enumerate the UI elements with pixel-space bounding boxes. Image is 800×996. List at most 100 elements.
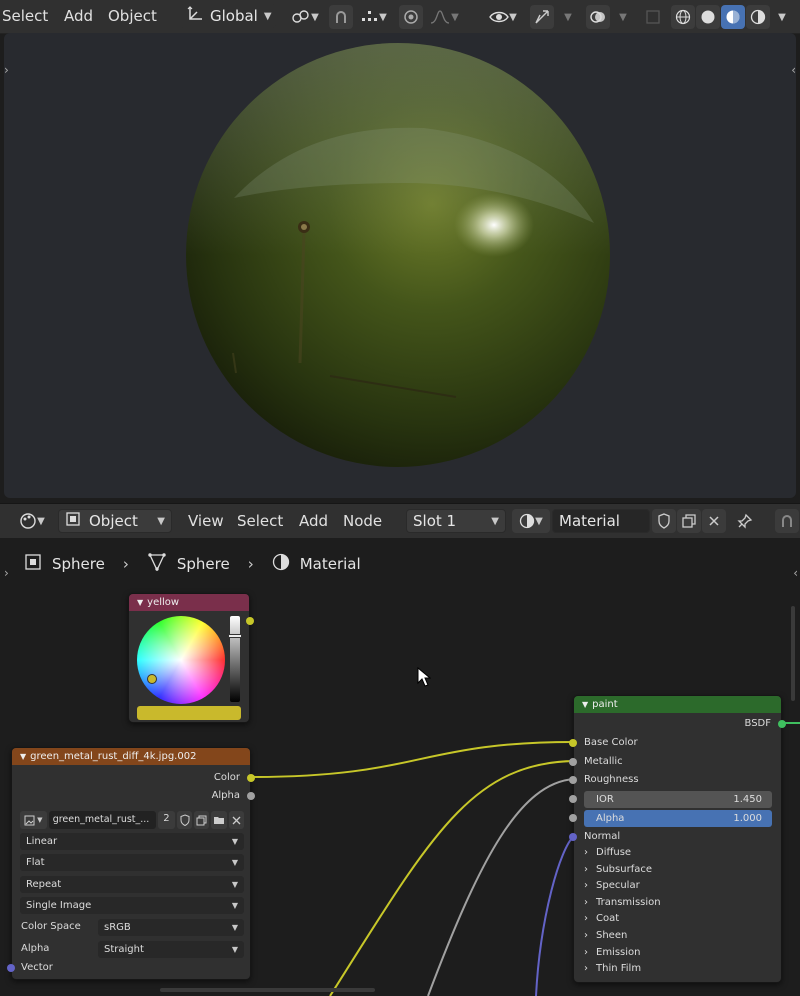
chevron-down-icon: ▼ (491, 515, 499, 527)
sidebar-expand-arrow[interactable]: ‹ (793, 566, 798, 580)
overlays-icon[interactable] (586, 5, 610, 29)
editor-type-icon[interactable]: ▼ (14, 509, 50, 533)
vector-input-socket[interactable] (7, 964, 15, 972)
interpolation-dropdown[interactable]: Linear ▼ (20, 833, 244, 850)
3d-viewport[interactable]: › ‹ (4, 33, 796, 498)
pivot-point-icon[interactable]: ▼ (288, 5, 322, 29)
panel-sheen[interactable]: › Sheen (584, 930, 627, 941)
menu-add[interactable]: Add (299, 512, 328, 530)
toolbar-expand-arrow[interactable]: › (4, 566, 9, 580)
shading-rendered-icon[interactable] (746, 5, 770, 29)
panel-diffuse[interactable]: › Diffuse (584, 847, 631, 858)
falloff-icon[interactable]: ▼ (425, 5, 463, 29)
snap-target-icon[interactable]: ▼ (356, 5, 392, 29)
image-name-field[interactable]: green_metal_rust_... (48, 811, 156, 829)
material-name-field[interactable]: Material (552, 509, 650, 533)
breadcrumb-mesh[interactable]: Sphere (177, 555, 230, 573)
sphere-render (186, 43, 610, 467)
vertical-scrollbar[interactable] (791, 606, 795, 701)
projection-dropdown[interactable]: Flat ▼ (20, 854, 244, 871)
alpha-mode-dropdown[interactable]: Straight ▼ (98, 941, 244, 958)
bsdf-node-header[interactable]: ▼ paint (574, 696, 781, 713)
overlays-dropdown-icon[interactable]: ▼ (611, 5, 635, 29)
sidebar-expand-arrow[interactable]: ‹ (791, 63, 796, 77)
panel-thin-film[interactable]: › Thin Film (584, 963, 641, 974)
color-output-socket[interactable] (246, 617, 254, 625)
gizmo-icon[interactable] (530, 5, 554, 29)
panel-specular[interactable]: › Specular (584, 880, 640, 891)
panel-emission[interactable]: › Emission (584, 947, 641, 958)
snap-toggle-icon[interactable] (329, 5, 353, 29)
collapse-icon[interactable]: ▼ (582, 700, 588, 709)
shading-dropdown-icon[interactable]: ▼ (770, 5, 794, 29)
panel-transmission[interactable]: › Transmission (584, 897, 661, 908)
gizmo-dropdown-icon[interactable]: ▼ (556, 5, 580, 29)
image-users-count[interactable]: 2 (157, 811, 175, 829)
menu-object[interactable]: Object (108, 7, 157, 25)
slot-dropdown[interactable]: Slot 1 ▼ (406, 509, 506, 533)
horizontal-scrollbar[interactable] (160, 988, 375, 992)
menu-add[interactable]: Add (64, 7, 93, 25)
menu-select[interactable]: Select (2, 7, 48, 25)
base-color-input-socket[interactable] (569, 739, 577, 747)
collapse-icon[interactable]: ▼ (20, 752, 26, 761)
xray-toggle-icon[interactable] (641, 5, 665, 29)
source-value: Single Image (26, 900, 92, 911)
chevron-right-icon: › (584, 847, 588, 858)
duplicate-image-icon[interactable] (194, 811, 210, 829)
roughness-input-socket[interactable] (569, 776, 577, 784)
chevron-right-icon: › (247, 555, 254, 573)
snap-node-icon[interactable] (775, 509, 799, 533)
shading-material-icon[interactable] (721, 5, 745, 29)
image-browse-icon[interactable]: ▼ (20, 811, 47, 829)
color-output-socket[interactable] (247, 774, 255, 782)
pin-icon[interactable] (733, 509, 757, 533)
roughness-label: Roughness (584, 774, 639, 785)
breadcrumb-object[interactable]: Sphere (52, 555, 105, 573)
unlink-material-icon[interactable] (702, 509, 726, 533)
open-folder-icon[interactable] (211, 811, 227, 829)
menu-node[interactable]: Node (343, 512, 382, 530)
alpha-field[interactable]: Alpha 1.000 (584, 810, 772, 827)
bsdf-output-socket[interactable] (778, 720, 786, 728)
rgb-node-yellow[interactable]: ▼ yellow (128, 593, 254, 723)
source-dropdown[interactable]: Single Image ▼ (20, 897, 244, 914)
color-space-dropdown[interactable]: sRGB ▼ (98, 919, 244, 936)
menu-view[interactable]: View (188, 512, 224, 530)
alpha-output-socket[interactable] (247, 792, 255, 800)
fake-user-shield-icon[interactable] (176, 811, 193, 829)
transform-orientation-dropdown[interactable]: Global ▼ (180, 4, 276, 28)
chevron-right-icon: › (584, 897, 588, 908)
node-editor-canvas[interactable]: Sphere › Sphere › Material › ‹ ▼ yellow … (0, 538, 800, 996)
breadcrumb-material[interactable]: Material (300, 555, 361, 573)
proportional-editing-icon[interactable] (399, 5, 423, 29)
color-wheel[interactable] (137, 616, 225, 704)
menu-select[interactable]: Select (237, 512, 283, 530)
image-texture-node[interactable]: ▼ green_metal_rust_diff_4k.jpg.002 Color… (7, 747, 255, 980)
image-texture-header[interactable]: ▼ green_metal_rust_diff_4k.jpg.002 (12, 748, 250, 765)
fake-user-shield-icon[interactable] (652, 509, 676, 533)
collapse-icon[interactable]: ▼ (137, 598, 143, 607)
rgb-node-header[interactable]: ▼ yellow (129, 594, 249, 611)
metallic-input-socket[interactable] (569, 758, 577, 766)
normal-input-socket[interactable] (569, 833, 577, 841)
color-picker-cursor[interactable] (147, 674, 157, 684)
shader-type-dropdown[interactable]: Object ▼ (58, 509, 172, 533)
duplicate-material-icon[interactable] (677, 509, 701, 533)
color-swatch[interactable] (137, 706, 241, 720)
panel-subsurface[interactable]: › Subsurface (584, 864, 652, 875)
extension-dropdown[interactable]: Repeat ▼ (20, 876, 244, 893)
alpha-input-socket[interactable] (569, 814, 577, 822)
ior-field[interactable]: IOR 1.450 (584, 791, 772, 808)
shading-wireframe-icon[interactable] (671, 5, 695, 29)
shading-solid-icon[interactable] (696, 5, 720, 29)
visibility-eye-icon[interactable]: ▼ (484, 5, 522, 29)
panel-coat[interactable]: › Coat (584, 913, 619, 924)
toolbar-expand-arrow[interactable]: › (4, 63, 9, 77)
material-browse-icon[interactable]: ▼ (512, 509, 550, 533)
ior-input-socket[interactable] (569, 795, 577, 803)
chevron-down-icon: ▼ (231, 837, 238, 846)
value-slider[interactable] (228, 616, 242, 702)
alpha-mode-label: Alpha (21, 943, 50, 954)
unlink-image-icon[interactable] (228, 811, 244, 829)
